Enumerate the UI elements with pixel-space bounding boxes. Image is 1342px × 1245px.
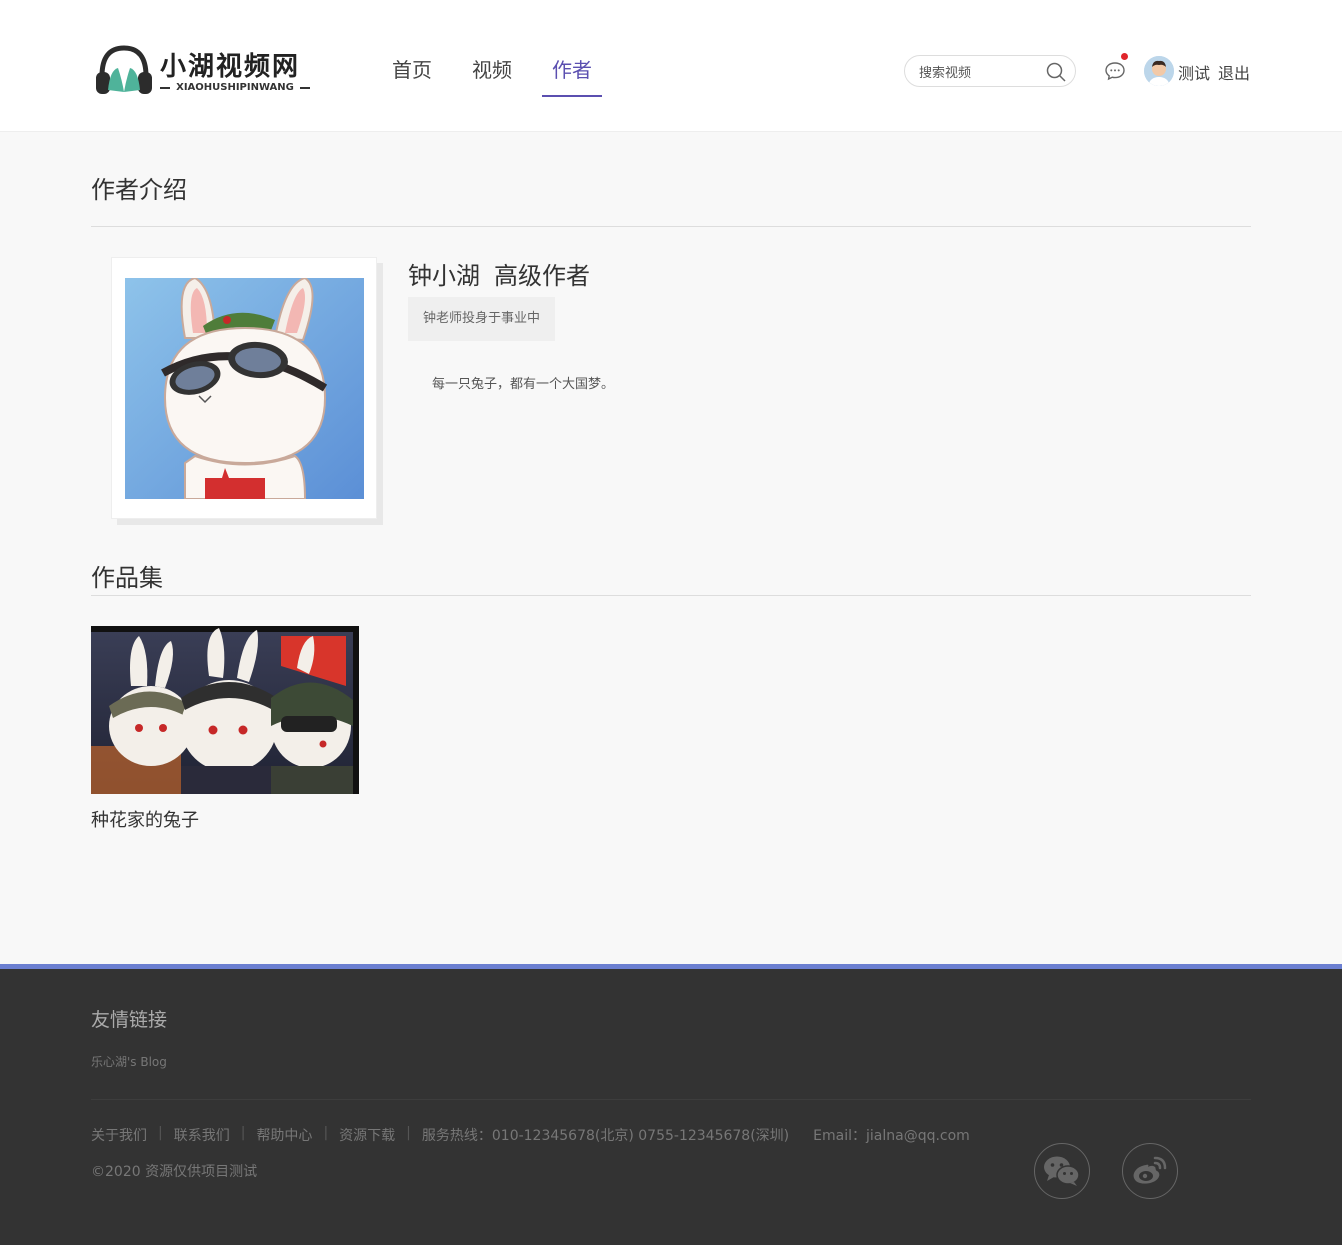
wechat-button[interactable] bbox=[1034, 1143, 1090, 1199]
footer-separator: | bbox=[158, 1125, 163, 1141]
weibo-button[interactable] bbox=[1122, 1143, 1178, 1199]
works-section-divider bbox=[91, 595, 1251, 596]
site-logo[interactable]: 小湖视频网 XIAOHUSHIPINWANG bbox=[94, 40, 314, 100]
author-section-title: 作者介绍 bbox=[91, 176, 187, 204]
avatar-icon bbox=[1144, 56, 1174, 86]
message-icon[interactable] bbox=[1104, 60, 1126, 82]
footer-about-link[interactable]: 关于我们 bbox=[91, 1125, 147, 1145]
nav-videos[interactable]: 视频 bbox=[452, 56, 532, 96]
author-name: 钟小湖 bbox=[408, 262, 480, 290]
work-thumbnail[interactable] bbox=[91, 626, 359, 794]
search-icon[interactable] bbox=[1045, 61, 1067, 83]
footer-help-link[interactable]: 帮助中心 bbox=[256, 1125, 312, 1145]
author-photo-card bbox=[111, 257, 377, 519]
rabbit-soldiers-image bbox=[91, 626, 359, 794]
footer-separator: | bbox=[323, 1125, 329, 1141]
work-title[interactable]: 种花家的兔子 bbox=[91, 806, 359, 832]
author-photo bbox=[125, 278, 364, 499]
author-tag: 钟老师投身于事业中 bbox=[408, 297, 556, 341]
footer-divider bbox=[91, 1099, 1251, 1100]
friend-links-title: 友情链接 bbox=[91, 1009, 168, 1031]
footer-contact-link[interactable]: 联系我们 bbox=[174, 1125, 230, 1145]
footer-separator: | bbox=[406, 1125, 411, 1141]
work-card[interactable]: 种花家的兔子 bbox=[91, 626, 359, 832]
author-description: 每一只兔子，都有一个大国梦。 bbox=[432, 377, 615, 392]
user-avatar[interactable] bbox=[1144, 56, 1174, 86]
wechat-icon bbox=[1044, 1156, 1080, 1186]
footer-hotline: 服务热线：010-12345678(北京) 0755-12345678(深圳) bbox=[421, 1128, 790, 1144]
author-section-divider bbox=[91, 226, 1251, 227]
search-box bbox=[904, 55, 1076, 87]
footer-download-link[interactable]: 资源下载 bbox=[339, 1125, 395, 1145]
footer-email: Email：jialna@qq.com bbox=[813, 1128, 970, 1144]
site-header: 小湖视频网 XIAOHUSHIPINWANG 首页 视频 作者 测试 bbox=[0, 0, 1342, 132]
rabbit-avatar-image bbox=[125, 278, 364, 499]
user-name[interactable]: 测试 bbox=[1178, 60, 1210, 84]
main-nav: 首页 视频 作者 bbox=[372, 56, 612, 97]
logo-subtitle-text: XIAOHUSHIPINWANG bbox=[176, 82, 294, 93]
friend-link[interactable]: 乐心湖's Blog bbox=[91, 1053, 167, 1070]
author-level: 高级作者 bbox=[494, 262, 590, 290]
logo-subtitle: XIAOHUSHIPINWANG bbox=[160, 82, 310, 93]
search-input[interactable] bbox=[919, 62, 1039, 82]
footer-nav: 关于我们 | 联系我们 | 帮助中心 | 资源下载 | 服务热线：010-123… bbox=[91, 1125, 970, 1145]
nav-authors[interactable]: 作者 bbox=[532, 56, 612, 97]
logout-link[interactable]: 退出 bbox=[1218, 60, 1250, 84]
logo-bar-left bbox=[160, 86, 171, 89]
logo-title: 小湖视频网 bbox=[160, 52, 301, 82]
footer-separator: | bbox=[240, 1125, 246, 1141]
headphones-logo-icon bbox=[96, 45, 152, 94]
nav-home[interactable]: 首页 bbox=[372, 56, 452, 96]
works-section-title: 作品集 bbox=[91, 564, 163, 592]
author-name-line: 钟小湖 高级作者 bbox=[408, 256, 590, 291]
site-footer: 友情链接 乐心湖's Blog 关于我们 | 联系我们 | 帮助中心 | 资源下… bbox=[0, 964, 1342, 1245]
logo-bar-right bbox=[299, 86, 310, 89]
weibo-icon bbox=[1133, 1156, 1167, 1184]
notification-dot bbox=[1121, 53, 1128, 60]
copyright: ©2020 资源仅供项目测试 bbox=[91, 1164, 258, 1180]
